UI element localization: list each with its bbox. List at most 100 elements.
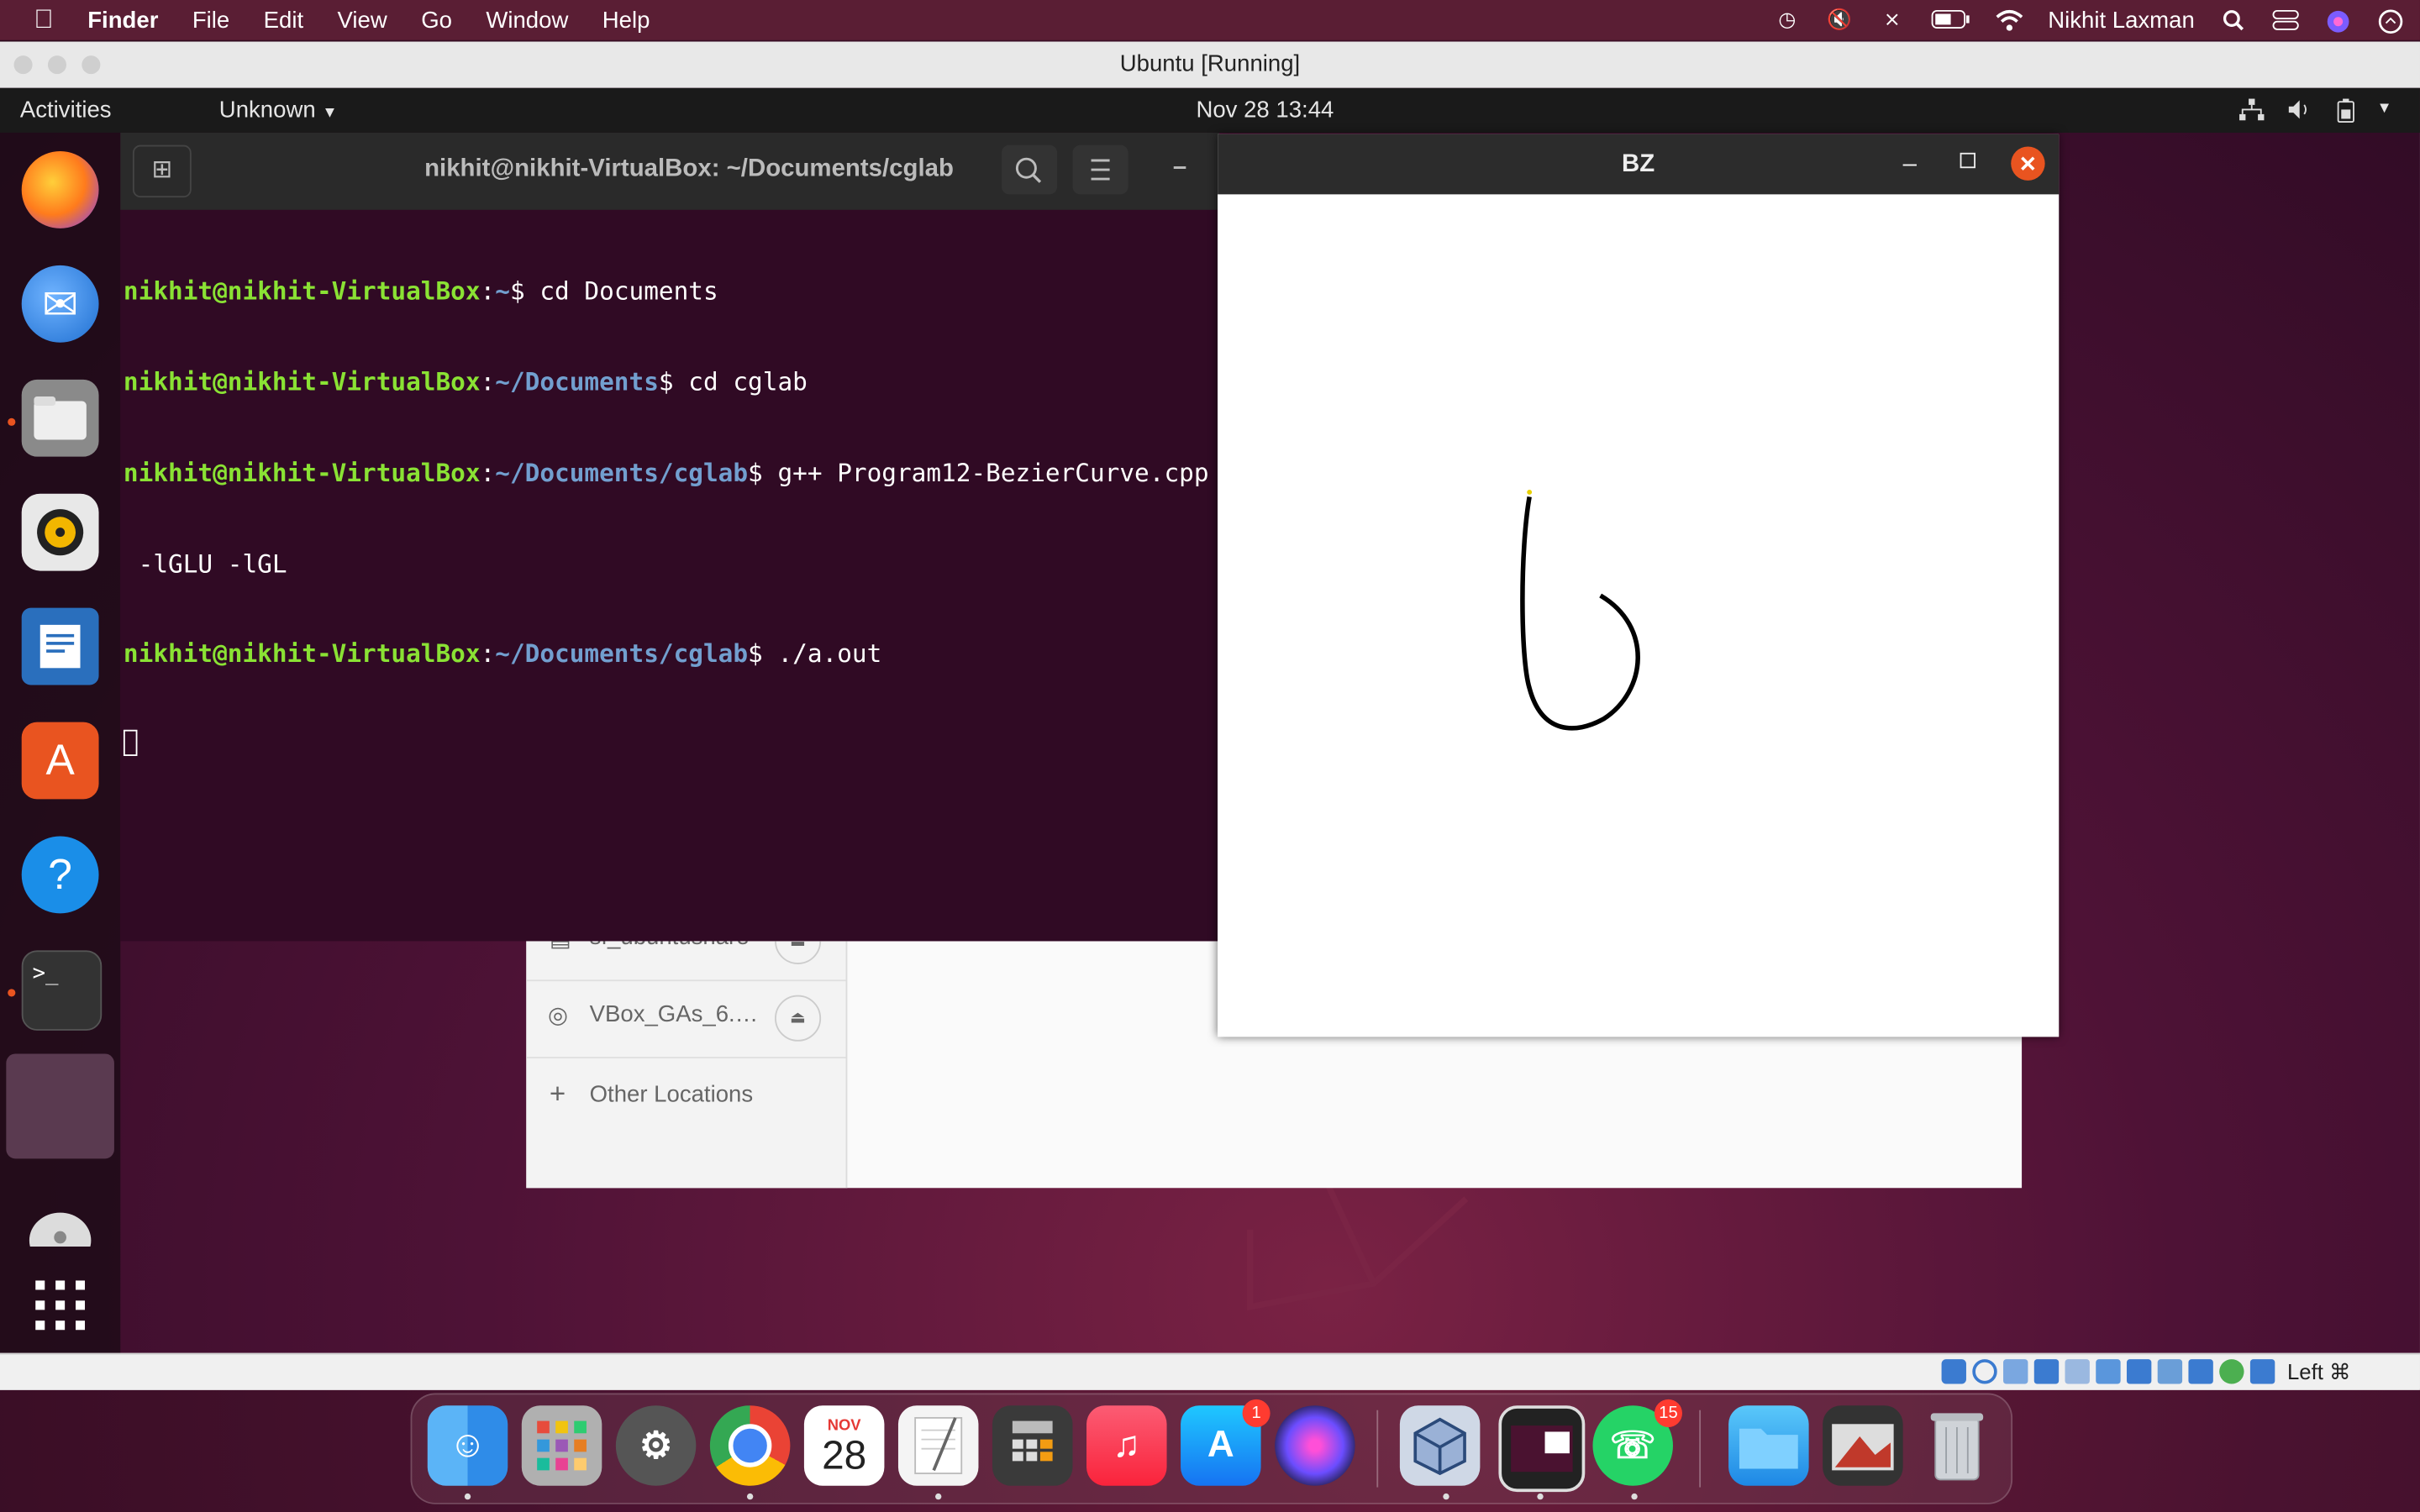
- bz-window: BZ – ✕: [1218, 134, 2060, 1037]
- bz-app-icon[interactable]: [6, 1053, 114, 1159]
- terminal-line: nikhit@nikhit-VirtualBox:~$ cd Documents: [123, 276, 718, 307]
- usb-icon[interactable]: [2065, 1359, 2090, 1384]
- mute-icon[interactable]: 🔇: [1826, 8, 1854, 31]
- menu-view[interactable]: View: [338, 7, 387, 33]
- firefox-icon[interactable]: [21, 150, 99, 228]
- display-icon[interactable]: [2126, 1359, 2152, 1384]
- guest-additions-icon[interactable]: [2219, 1359, 2244, 1384]
- prompt-path: ~/Documents: [495, 367, 659, 396]
- download-icon[interactable]: [2249, 1359, 2275, 1384]
- thunderbird-icon[interactable]: ✉: [21, 265, 99, 343]
- prompt-path: ~: [495, 276, 510, 307]
- virtualbox-icon[interactable]: [1399, 1405, 1481, 1486]
- sidebar-item-vbox-gas[interactable]: ◎ VBox_GAs_6.… ⏏: [526, 979, 846, 1058]
- terminal-line: nikhit@nikhit-VirtualBox:~/Documents/cgl…: [123, 638, 882, 669]
- hard-disk-icon[interactable]: [1941, 1359, 1966, 1384]
- cpu-icon[interactable]: [2188, 1359, 2213, 1384]
- menu-help[interactable]: Help: [602, 7, 650, 33]
- show-applications-icon[interactable]: [22, 1267, 99, 1344]
- menu-file[interactable]: File: [192, 7, 229, 33]
- command-text: -lGLU -lGL: [123, 549, 287, 578]
- minimize-window-button[interactable]: [47, 55, 66, 75]
- eject-icon[interactable]: ⏏: [775, 995, 822, 1042]
- network-icon[interactable]: [2238, 97, 2265, 129]
- menu-app-name[interactable]: Finder: [87, 7, 158, 33]
- libreoffice-writer-icon[interactable]: [21, 607, 99, 685]
- system-preferences-icon[interactable]: ⚙: [615, 1405, 697, 1486]
- prompt-path: ~/Documents/cglab: [495, 458, 749, 487]
- gnome-topbar: Activities Unknown ▼ Nov 28 13:44 ▼: [0, 87, 2420, 133]
- minimize-icon[interactable]: –: [1903, 134, 1917, 195]
- bezier-canvas[interactable]: [1218, 194, 2060, 1037]
- new-tab-icon[interactable]: ⊞: [132, 144, 192, 198]
- dvd-drive-icon[interactable]: [22, 1182, 99, 1259]
- shared-folders-icon[interactable]: [2096, 1359, 2121, 1384]
- video-capture-icon[interactable]: [2157, 1359, 2183, 1384]
- close-icon[interactable]: ✕: [2011, 146, 2045, 181]
- music-icon[interactable]: ♫: [1086, 1405, 1167, 1486]
- sidebar-item-other-locations[interactable]: + Other Locations: [526, 1058, 845, 1136]
- menu-window[interactable]: Window: [486, 7, 568, 33]
- help-icon[interactable]: ?: [21, 836, 99, 914]
- terminal-headerbar[interactable]: ⊞ nikhit@nikhit-VirtualBox: ~/Documents/…: [120, 132, 1219, 210]
- menubar-username[interactable]: Nikhit Laxman: [2048, 7, 2195, 33]
- mac-menubar:  Finder File Edit View Go Window Help ◷…: [0, 0, 2420, 40]
- bz-titlebar[interactable]: BZ – ✕: [1218, 134, 2060, 195]
- whatsapp-icon[interactable]: ☏ 15: [1592, 1399, 1683, 1486]
- app-store-icon[interactable]: A 1: [1181, 1399, 1270, 1486]
- calendar-icon[interactable]: NOV 28: [803, 1405, 885, 1486]
- spotlight-search-icon[interactable]: [2219, 9, 2247, 31]
- battery-icon[interactable]: [1931, 9, 1971, 31]
- network-adapter-icon[interactable]: [2033, 1359, 2060, 1384]
- terminal-cursor: [123, 729, 1219, 764]
- menu-go[interactable]: Go: [421, 7, 452, 33]
- chrome-icon[interactable]: [709, 1405, 791, 1486]
- siri-icon[interactable]: [2324, 9, 2352, 33]
- ubuntu-desktop: Activities Unknown ▼ Nov 28 13:44 ▼ ✉ A …: [0, 87, 2420, 1353]
- command-text: $ ./a.out: [748, 638, 882, 669]
- menu-edit[interactable]: Edit: [264, 7, 303, 33]
- control-center-icon[interactable]: [2272, 9, 2300, 31]
- clock[interactable]: Nov 28 13:44: [1196, 97, 1334, 123]
- menu-hamburger-icon[interactable]: [1072, 144, 1128, 195]
- virtualbox-titlebar[interactable]: Ubuntu [Running]: [0, 41, 2420, 90]
- minimize-icon[interactable]: –: [1173, 155, 1186, 182]
- maximize-icon[interactable]: [1960, 152, 1975, 169]
- zoom-window-button[interactable]: [82, 55, 101, 75]
- files-icon[interactable]: [21, 379, 99, 457]
- terminal-icon[interactable]: >_: [21, 950, 103, 1031]
- host-key[interactable]: Left ⌘: [2287, 1359, 2351, 1383]
- trash-icon[interactable]: [1917, 1405, 1997, 1486]
- folder-icon[interactable]: [1728, 1405, 1809, 1486]
- launchpad-icon[interactable]: [521, 1405, 602, 1486]
- search-button[interactable]: [1002, 144, 1058, 195]
- ubuntu-software-icon[interactable]: A: [21, 722, 99, 800]
- calculator-icon[interactable]: [992, 1405, 1073, 1486]
- bluetooth-off-icon[interactable]: ⨯: [1878, 8, 1906, 31]
- command-text: $ g++ Program12-BezierCurve.cpp: [748, 458, 1209, 487]
- optical-drive-icon[interactable]: [1972, 1359, 1997, 1384]
- siri-icon[interactable]: [1275, 1405, 1355, 1486]
- volume-icon[interactable]: [2286, 97, 2313, 129]
- audio-icon[interactable]: [2003, 1359, 2028, 1384]
- finder-icon[interactable]: ☺: [427, 1405, 508, 1486]
- screenshots-stack-icon[interactable]: [1823, 1405, 1903, 1486]
- running-indicator: [8, 989, 16, 997]
- terminal-output[interactable]: nikhit@nikhit-VirtualBox:~$ cd Documents…: [123, 216, 1219, 823]
- battery-icon[interactable]: [2337, 97, 2355, 130]
- rhythmbox-icon[interactable]: [21, 493, 99, 571]
- textedit-icon[interactable]: [897, 1405, 979, 1486]
- app-menu[interactable]: Unknown ▼: [219, 97, 338, 123]
- virtualbox-vm-preview-icon[interactable]: [1498, 1405, 1586, 1493]
- control-point: [1527, 489, 1533, 495]
- running-indicator: [1631, 1493, 1638, 1500]
- whatsapp-badge: 15: [1654, 1399, 1683, 1427]
- running-indicator: [1443, 1493, 1449, 1500]
- activities-button[interactable]: Activities: [20, 97, 112, 123]
- system-menu-chevron-icon[interactable]: ▼: [2377, 100, 2392, 117]
- screen-time-icon[interactable]: [2377, 9, 2405, 34]
- apple-icon[interactable]: : [34, 5, 53, 36]
- close-window-button[interactable]: [13, 55, 33, 75]
- time-machine-icon[interactable]: ◷: [1773, 8, 1801, 31]
- wifi-icon[interactable]: [1996, 9, 2023, 31]
